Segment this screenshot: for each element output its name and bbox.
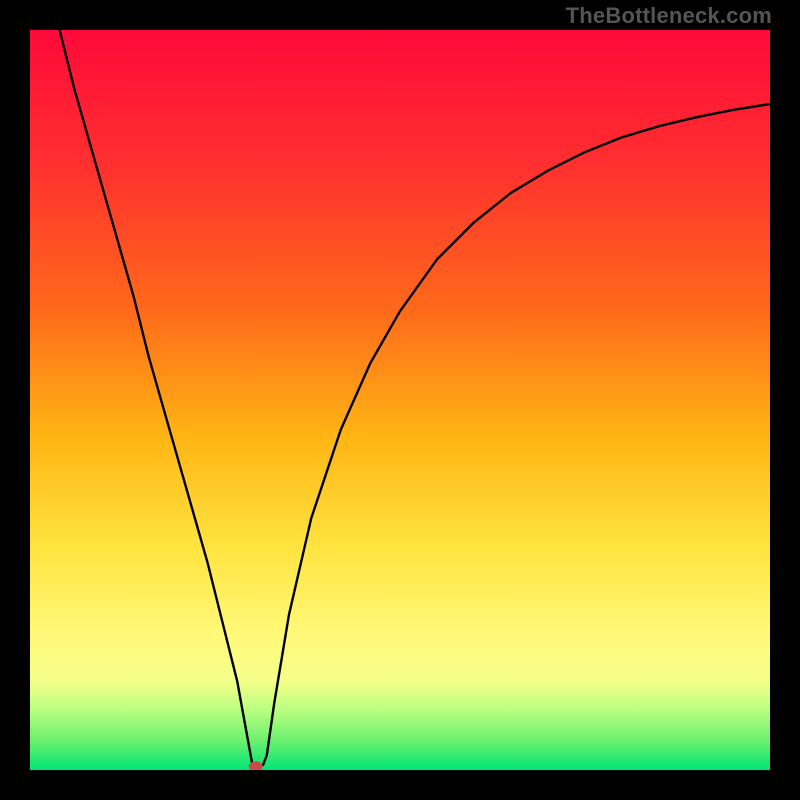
chart-frame: TheBottleneck.com [0,0,800,800]
plot-area [30,30,770,770]
bottleneck-curve [60,30,770,766]
chart-svg [30,30,770,770]
watermark-text: TheBottleneck.com [566,3,772,29]
